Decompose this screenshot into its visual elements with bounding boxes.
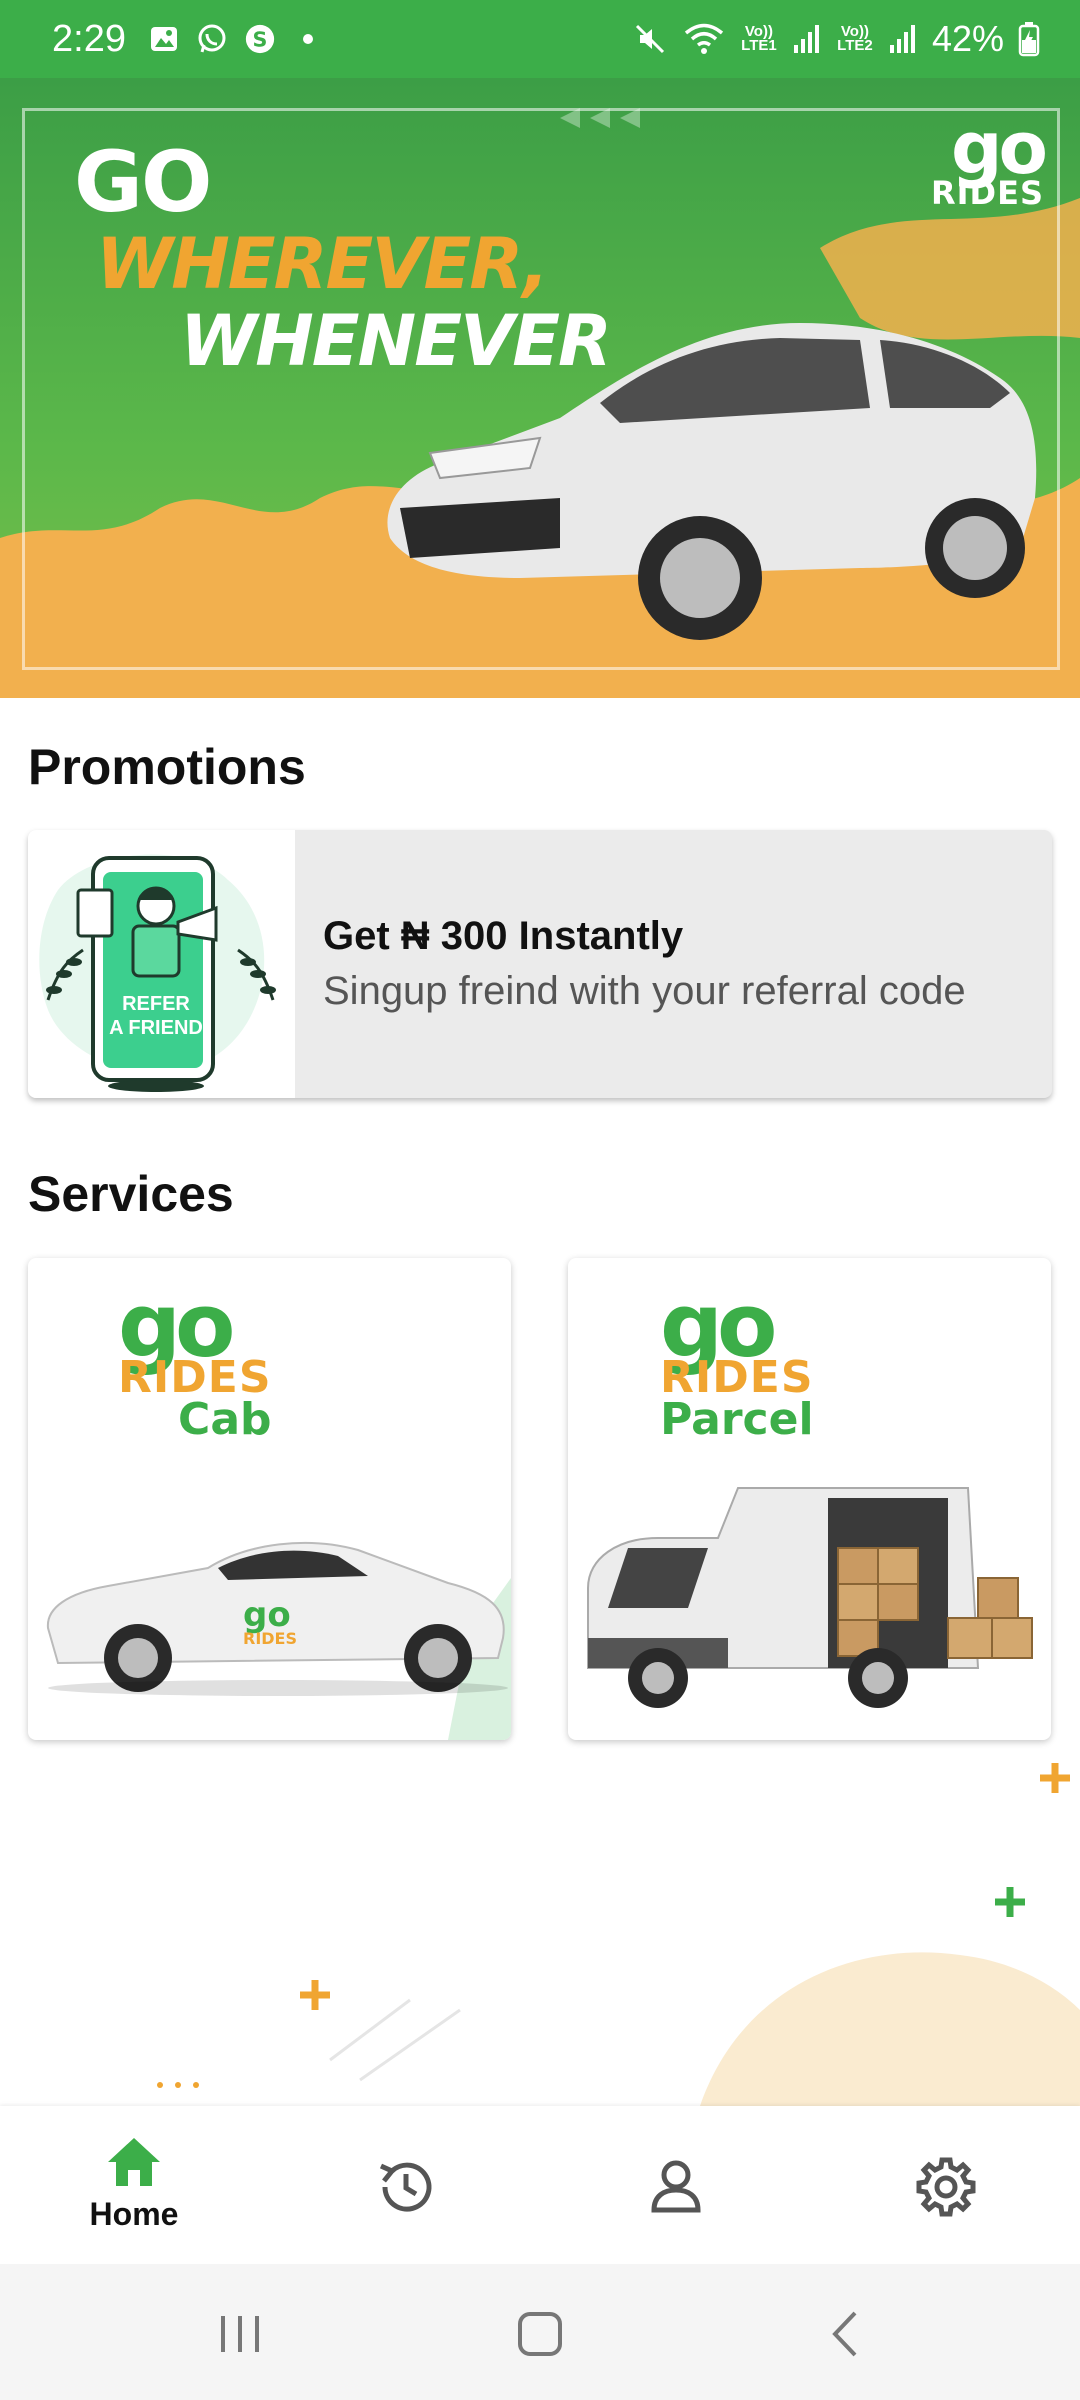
profile-icon <box>651 2160 701 2213</box>
banner-headline-2: WHEREVER, <box>96 223 549 305</box>
svg-text:S: S <box>253 28 268 52</box>
whatsapp-icon <box>196 23 228 55</box>
gallery-icon <box>148 23 180 55</box>
decorative-background <box>157 1763 1080 2106</box>
status-bar: 2:29 S Vo)) LTE1 Vo)) LTE2 42% <box>0 0 1080 78</box>
parcel-logo: go RIDES Parcel <box>660 1282 814 1445</box>
system-navigation-bar <box>0 2264 1080 2400</box>
refer-friend-image: REFER A FRIEND <box>28 830 295 1098</box>
history-icon <box>379 2162 432 2212</box>
status-time: 2:29 <box>52 17 126 60</box>
svg-text:RIDES: RIDES <box>243 1629 297 1648</box>
service-card-cab[interactable]: go RIDES Cab go RIDES <box>28 1258 511 1740</box>
cab-car-image: go RIDES <box>46 1541 511 1740</box>
network2-label: Vo)) LTE2 <box>837 23 873 54</box>
banner-headline-3: WHENEVER <box>180 300 612 382</box>
recent-apps-button[interactable] <box>200 2304 280 2364</box>
cab-logo-rides: RIDES <box>118 1352 272 1403</box>
svg-text:A FRIEND: A FRIEND <box>109 1017 203 1039</box>
services-heading: Services <box>28 1166 234 1222</box>
wifi-icon <box>682 21 726 57</box>
banner-logo: go RIDES <box>930 106 1048 212</box>
s-app-icon: S <box>244 23 276 55</box>
nav-profile[interactable] <box>596 2156 756 2266</box>
home-system-icon <box>518 2312 562 2356</box>
service-card-parcel[interactable]: go RIDES Parcel <box>568 1258 1051 1740</box>
svg-text:REFER: REFER <box>122 993 190 1015</box>
promo-title: Get ₦ 300 Instantly <box>323 914 684 958</box>
signal-icon <box>792 23 822 55</box>
mute-icon <box>632 21 668 57</box>
promo-subtitle: Singup freind with your referral code <box>323 969 966 1013</box>
nav-home-label: Home <box>89 2196 179 2232</box>
network1-label: Vo)) LTE1 <box>741 23 777 54</box>
cab-logo: go RIDES Cab <box>118 1282 272 1445</box>
promotions-heading: Promotions <box>28 739 306 795</box>
bottom-navigation: Home <box>0 2106 1080 2264</box>
promo-card-referral[interactable]: REFER A FRIEND Get ₦ 300 Instantly Singu… <box>28 830 1052 1098</box>
banner-logo-rides: RIDES <box>930 174 1044 212</box>
promo-banner[interactable]: GO WHEREVER, WHENEVER go RIDES <box>0 78 1080 698</box>
parcel-van-image <box>587 1487 1033 1708</box>
settings-icon <box>916 2157 976 2217</box>
nav-home[interactable]: Home <box>54 2134 214 2244</box>
battery-percent: 42% <box>931 18 1004 59</box>
parcel-logo-rides: RIDES <box>660 1352 814 1403</box>
recent-apps-icon <box>221 2316 259 2352</box>
dot-icon <box>292 23 324 55</box>
banner-logo-go: go <box>950 106 1048 190</box>
battery-icon <box>1018 21 1040 57</box>
home-icon <box>108 2138 160 2186</box>
banner-headline-1: GO <box>74 133 212 231</box>
signal-icon-2 <box>888 23 918 55</box>
parcel-logo-sub: Parcel <box>660 1394 814 1445</box>
nav-history[interactable] <box>326 2156 486 2266</box>
home-system-button[interactable] <box>500 2304 580 2364</box>
cab-logo-sub: Cab <box>178 1394 272 1445</box>
back-icon <box>832 2311 857 2357</box>
status-right: Vo)) LTE1 Vo)) LTE2 42% <box>632 18 1040 60</box>
back-button[interactable] <box>805 2304 885 2364</box>
nav-settings[interactable] <box>866 2156 1026 2266</box>
notification-icons: S <box>148 23 324 55</box>
